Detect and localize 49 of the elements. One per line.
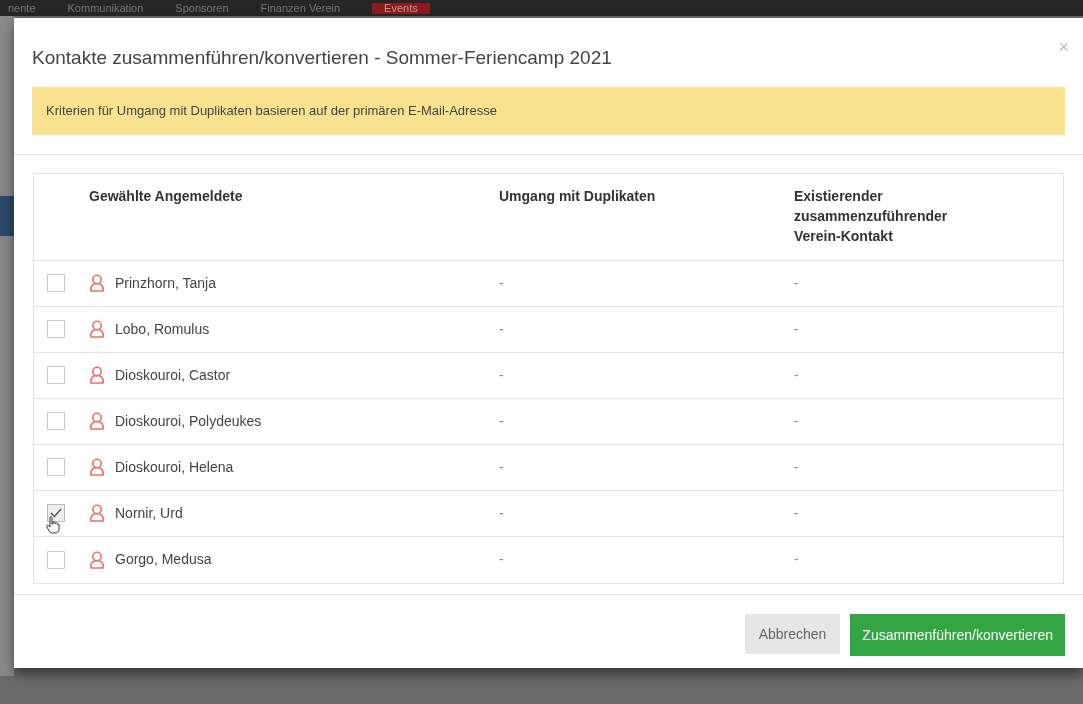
checkbox[interactable] (47, 504, 65, 522)
nav-item[interactable]: Sponsoren (175, 2, 229, 14)
table-cell: - (794, 366, 799, 383)
contact-name: Lobo, Romulus (115, 319, 210, 339)
table-cell: - (499, 274, 504, 291)
person-icon (89, 366, 105, 384)
table-cell: - (499, 366, 504, 383)
contact-name: Dioskouroi, Helena (115, 457, 234, 477)
merge-button[interactable]: Zusammenführen/konvertieren (850, 614, 1065, 656)
checkbox[interactable] (47, 274, 65, 292)
contact-name: Gorgo, Medusa (115, 550, 212, 569)
person-icon (89, 274, 105, 292)
close-button[interactable]: × (1058, 38, 1069, 56)
hand-cursor-icon (46, 515, 60, 534)
info-alert: Kriterien für Umgang mit Duplikaten basieren auf der primären E-Mail-Adresse (32, 86, 1065, 135)
nav-item[interactable]: Events (372, 2, 430, 14)
nav-item[interactable]: Kommunikation (67, 2, 144, 14)
column-header: Gewählte Angemeldete (89, 187, 243, 204)
person-icon (89, 320, 105, 338)
checkbox[interactable] (47, 366, 65, 384)
person-icon (89, 504, 105, 522)
cancel-button[interactable]: Abbrechen (744, 614, 841, 654)
contact-name: Dioskouroi, Castor (115, 365, 231, 385)
table-cell: - (499, 320, 504, 337)
nav-item[interactable]: nente (8, 2, 36, 14)
person-icon (89, 412, 105, 430)
contact-name: Dioskouroi, Polydeukes (115, 411, 262, 431)
table-cell: - (499, 458, 504, 475)
table-cell: - (794, 412, 799, 429)
table-cell: - (794, 504, 799, 521)
column-header: Umgang mit Duplikaten (499, 187, 656, 204)
checkbox[interactable] (47, 320, 65, 338)
checkbox[interactable] (47, 458, 65, 476)
person-icon (89, 458, 105, 476)
person-icon (89, 550, 105, 569)
checkbox[interactable] (47, 412, 65, 430)
contact-name: Prinzhorn, Tanja (115, 273, 216, 293)
contact-name: Nornir, Urd (115, 503, 183, 523)
table-cell: - (499, 412, 504, 429)
table-cell: - (794, 458, 799, 475)
column-header: Existierender zusammenzuführender Verein-Kontakt (794, 187, 948, 244)
table-cell: - (794, 274, 799, 291)
table-cell: - (794, 551, 799, 567)
table-cell: - (499, 504, 504, 521)
nav-item[interactable]: Finanzen Verein (260, 2, 341, 14)
table-cell: - (499, 551, 504, 567)
table-cell: - (794, 320, 799, 337)
checkbox[interactable] (47, 550, 65, 569)
dialog-title: Kontakte zusammenführen/konvertieren - Sommer-Feriencamp 2021 (32, 46, 612, 70)
